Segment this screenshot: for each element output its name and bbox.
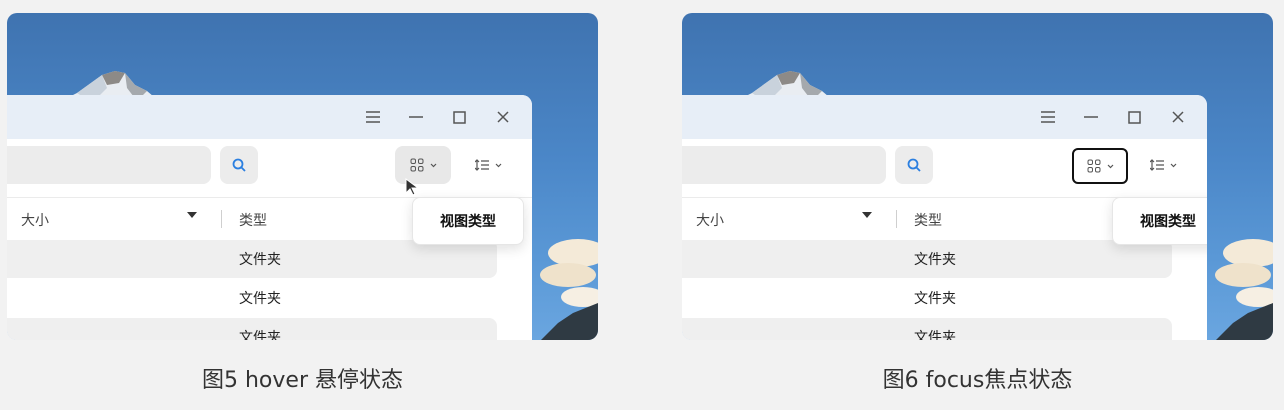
list-item[interactable]: 文件夹 <box>682 279 1172 317</box>
column-divider[interactable] <box>221 210 222 228</box>
menu-icon[interactable] <box>1037 106 1059 128</box>
column-type-label[interactable]: 类型 <box>914 210 942 230</box>
grid-view-icon <box>1087 159 1100 173</box>
chevron-down-icon <box>495 163 501 167</box>
list-item[interactable]: 文件夹 <box>682 318 1172 340</box>
sort-desc-icon[interactable] <box>862 212 872 218</box>
maximize-icon[interactable] <box>448 106 470 128</box>
column-size-label[interactable]: 大小 <box>696 210 724 230</box>
close-icon[interactable] <box>492 106 514 128</box>
search-icon <box>232 158 246 172</box>
title-bar <box>7 95 532 139</box>
maximize-icon[interactable] <box>1123 106 1145 128</box>
list-item[interactable]: 文件夹 <box>7 279 497 317</box>
search-button[interactable] <box>220 146 258 184</box>
column-divider[interactable] <box>896 210 897 228</box>
toolbar <box>7 139 532 198</box>
minimize-icon[interactable] <box>405 106 427 128</box>
clouds-image <box>540 239 598 340</box>
view-type-button[interactable] <box>395 146 451 184</box>
column-size-label[interactable]: 大小 <box>21 210 49 230</box>
list-item[interactable]: 文件夹 <box>7 240 497 278</box>
search-input[interactable] <box>7 146 211 184</box>
search-icon <box>907 158 921 172</box>
tooltip-view-type: 视图类型 <box>412 197 524 245</box>
list-item[interactable]: 文件夹 <box>682 240 1172 278</box>
search-input[interactable] <box>682 146 886 184</box>
search-button[interactable] <box>895 146 933 184</box>
grid-view-icon <box>410 158 423 172</box>
tooltip-view-type: 视图类型 <box>1112 197 1207 245</box>
chevron-down-icon <box>430 163 436 167</box>
screenshot-panel-focus: 大小 类型 文件夹 文件夹 文件夹 视图类型 <box>682 13 1273 340</box>
toolbar <box>682 139 1207 198</box>
sort-button[interactable] <box>462 146 514 184</box>
file-manager-window: 大小 类型 文件夹 文件夹 文件夹 视图类型 <box>7 95 532 340</box>
chevron-down-icon <box>1107 164 1113 168</box>
sort-icon <box>1149 159 1164 171</box>
file-manager-window: 大小 类型 文件夹 文件夹 文件夹 视图类型 <box>682 95 1207 340</box>
sort-icon <box>474 159 489 171</box>
view-type-button[interactable] <box>1072 148 1128 184</box>
minimize-icon[interactable] <box>1080 106 1102 128</box>
column-type-label[interactable]: 类型 <box>239 210 267 230</box>
title-bar <box>682 95 1207 139</box>
sort-desc-icon[interactable] <box>187 212 197 218</box>
caption-figure-6: 图6 focus焦点状态 <box>882 368 1073 393</box>
menu-icon[interactable] <box>362 106 384 128</box>
list-item[interactable]: 文件夹 <box>7 318 497 340</box>
clouds-image <box>1215 239 1273 340</box>
sort-button[interactable] <box>1137 146 1189 184</box>
mouse-cursor-icon <box>405 178 419 196</box>
chevron-down-icon <box>1170 163 1176 167</box>
caption-figure-5: 图5 hover 悬停状态 <box>202 368 403 393</box>
screenshot-panel-hover: 大小 类型 文件夹 文件夹 文件夹 视图类型 <box>7 13 598 340</box>
close-icon[interactable] <box>1167 106 1189 128</box>
